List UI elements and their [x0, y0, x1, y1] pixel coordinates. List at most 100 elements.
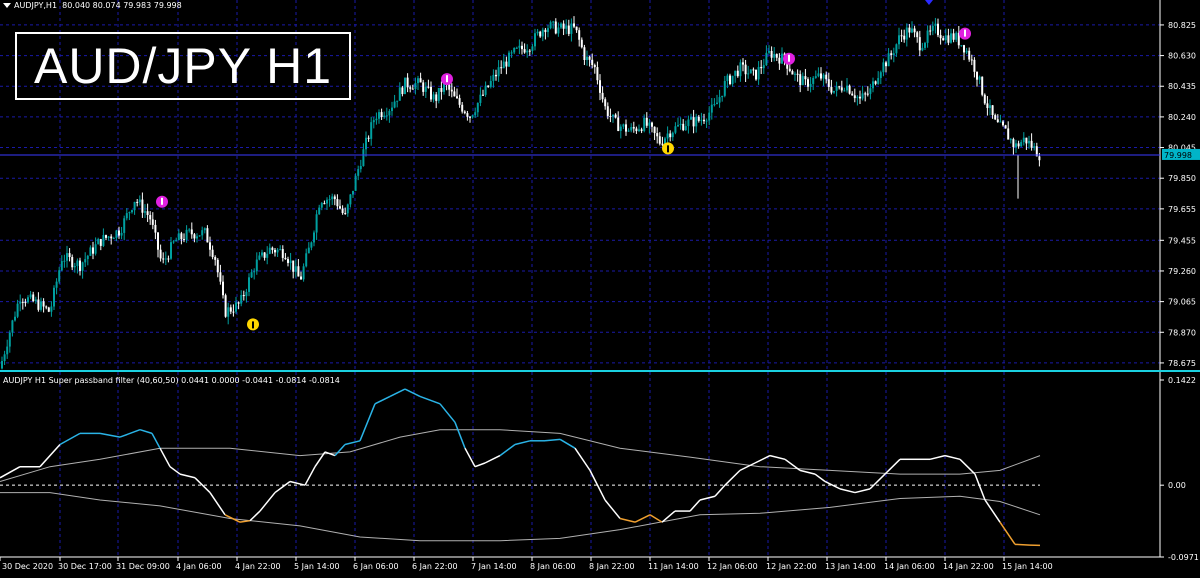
dropdown-icon[interactable] [3, 3, 11, 8]
candle-body [469, 117, 471, 118]
chart-ohlc: 80.040 80.074 79.983 79.998 [62, 1, 182, 10]
oscillator-segment [455, 422, 465, 448]
candle-body [48, 308, 50, 312]
oscillator-segment [345, 441, 360, 445]
oscillator-segment [605, 500, 620, 518]
candle-body [310, 242, 312, 247]
candle-body [440, 88, 442, 92]
oscillator-segment [375, 396, 390, 403]
price-tick-label: 79.850 [1168, 174, 1196, 183]
candle-body [19, 302, 21, 304]
candle-body [56, 282, 58, 288]
candle-body [713, 104, 715, 105]
oscillator-segment [575, 448, 590, 470]
candle-body [875, 81, 877, 84]
candle-body [648, 123, 650, 126]
candle-body [271, 248, 273, 250]
candle-body [703, 120, 705, 121]
candle-body [258, 255, 260, 259]
candle-body [529, 51, 531, 52]
candle-body [349, 194, 351, 204]
candle-body [453, 91, 455, 96]
candle-body [570, 23, 572, 33]
candle-body [139, 200, 141, 203]
candle-body [934, 24, 936, 26]
candle-body [820, 73, 822, 78]
candle-body [992, 105, 994, 115]
candle-body [498, 67, 500, 76]
candle-body [531, 46, 533, 51]
candle-body [35, 299, 37, 301]
candle-body [373, 120, 375, 122]
candle-body [321, 203, 323, 207]
candle-body [524, 49, 526, 52]
candle-body [274, 250, 276, 252]
candle-body [154, 225, 156, 233]
candle-body [123, 218, 125, 233]
candle-body [115, 231, 117, 239]
candle-body [947, 35, 949, 42]
oscillator-segment [335, 444, 345, 455]
candle-body [620, 127, 622, 131]
candle-body [862, 93, 864, 98]
candle-body [776, 54, 778, 58]
candle-body [849, 86, 851, 94]
candle-body [487, 86, 489, 87]
candle-body [841, 87, 843, 90]
candle-body [622, 124, 624, 126]
candle-body [719, 97, 721, 103]
candle-body [745, 65, 747, 75]
candle-body [1031, 141, 1033, 148]
candle-body [815, 76, 817, 78]
candle-body [89, 247, 91, 255]
candle-body [534, 33, 536, 46]
candle-body [360, 166, 362, 169]
candle-body [206, 228, 208, 242]
candle-body [750, 69, 752, 73]
candle-body [903, 36, 905, 40]
candle-body [212, 250, 214, 257]
candle-body [1005, 125, 1007, 128]
time-tick-label: 15 Jan 14:00 [1002, 562, 1053, 571]
candle-body [752, 69, 754, 70]
candle-body [628, 130, 630, 131]
candle-body [908, 28, 910, 33]
candle-body [69, 253, 71, 257]
candle-body [804, 76, 806, 79]
candle-body [604, 99, 606, 106]
candle-body [1038, 156, 1040, 160]
candle-body [747, 73, 749, 74]
candle-body [596, 67, 598, 80]
candle-body [425, 87, 427, 92]
candle-body [919, 37, 921, 50]
candle-body [635, 129, 637, 132]
candle-body [396, 101, 398, 102]
candle-body [1025, 138, 1027, 144]
candle-body [329, 199, 331, 200]
candle-body [641, 129, 643, 131]
candle-body [500, 67, 502, 68]
candle-body [742, 62, 744, 64]
candle-body [680, 124, 682, 125]
candle-body [755, 70, 757, 80]
candle-body [128, 212, 130, 213]
candle-body [121, 233, 123, 236]
candle-body [490, 81, 492, 87]
candle-body [953, 33, 955, 39]
candle-body [32, 294, 34, 301]
candle-body [430, 87, 432, 100]
candle-body [466, 113, 468, 117]
candle-body [708, 113, 710, 121]
candle-body [214, 257, 216, 260]
candle-body [414, 83, 416, 89]
candle-body [911, 29, 913, 33]
candle-body [331, 196, 333, 199]
oscillator-segment [240, 521, 250, 522]
candle-body [589, 57, 591, 60]
candle-body [667, 134, 669, 139]
candle-body [157, 233, 159, 250]
candle-body [765, 53, 767, 65]
candle-body [1007, 128, 1009, 139]
candle-body [144, 211, 146, 212]
candle-body [674, 126, 676, 132]
